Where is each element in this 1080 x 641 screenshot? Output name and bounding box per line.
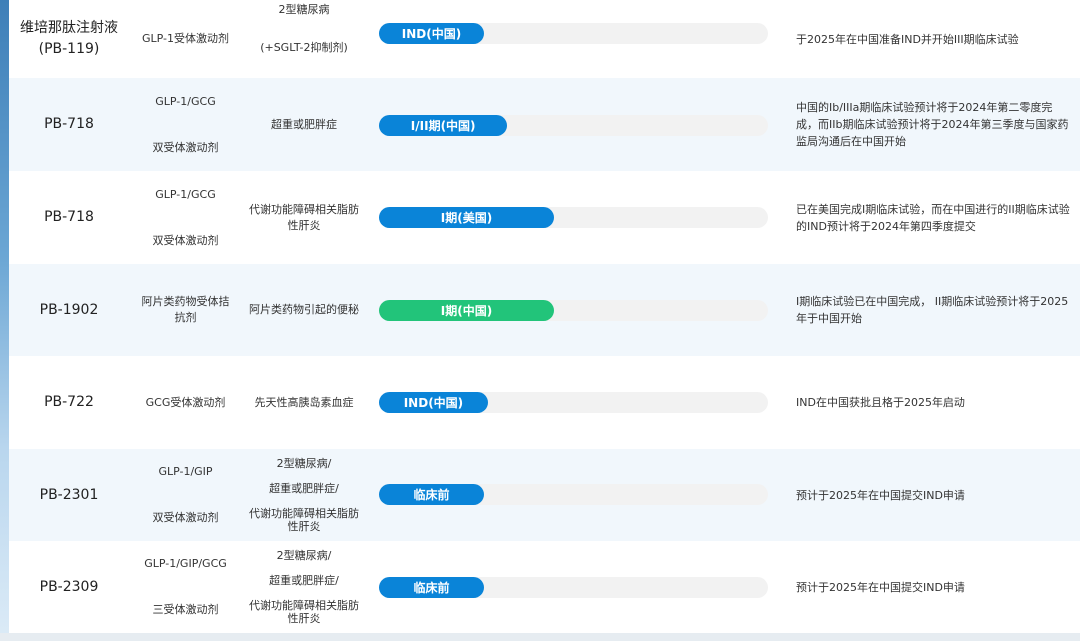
candidate-name: PB-1902 bbox=[9, 264, 129, 356]
table-row: PB-718 GLP-1/GCG 双受体激动剂 代谢功能障碍相关脂肪 性肝炎 I… bbox=[9, 171, 1080, 264]
candidate-name-text: PB-2301 bbox=[39, 486, 99, 503]
indication-text: 超重或肥胖症 bbox=[271, 117, 337, 131]
target-text: GLP-1/GCG bbox=[155, 187, 216, 201]
target-text: GLP-1受体激动剂 bbox=[141, 32, 229, 45]
status-cell: 中国的Ib/IIIa期临床试验预计将于2024年第二零度完成，而IIb期临床试验… bbox=[796, 78, 1071, 171]
target-text: GLP-1/GIP bbox=[158, 465, 213, 478]
indication-cell: 2型糖尿病 (+SGLT-2抑制剂) bbox=[245, 0, 363, 78]
table-row: PB-718 GLP-1/GCG 双受体激动剂 超重或肥胖症 I/II期(中国)… bbox=[9, 78, 1080, 171]
target-text: GLP-1/GIP/GCG bbox=[144, 557, 227, 570]
candidate-name-text: PB-2309 bbox=[39, 578, 99, 595]
indication-cell: 2型糖尿病/ 超重或肥胖症/ 代谢功能障碍相关脂肪 性肝炎 bbox=[245, 449, 363, 541]
indication-text: 2型糖尿病 bbox=[278, 3, 330, 16]
target-text: 阿片类药物受体拮 bbox=[141, 295, 230, 308]
progress-fill: IND(中国) bbox=[379, 392, 488, 413]
indication-text: 超重或肥胖症/ bbox=[269, 482, 339, 495]
progress-track: I期(中国) bbox=[379, 300, 768, 321]
indication-cell: 先天性高胰岛素血症 bbox=[245, 356, 363, 449]
target-text: 抗剂 bbox=[174, 311, 197, 324]
target-text: 三受体激动剂 bbox=[152, 603, 219, 616]
status-text: I期临床试验已在中国完成， II期临床试验预计将于2025年于中国开始 bbox=[796, 295, 1069, 325]
table-row: PB-2301 GLP-1/GIP 双受体激动剂 2型糖尿病/ 超重或肥胖症/ … bbox=[9, 449, 1080, 541]
target-text: GLP-1/GCG bbox=[155, 94, 216, 108]
target-text: 双受体激动剂 bbox=[152, 233, 219, 247]
indication-text: 代谢功能障碍相关脂肪 bbox=[249, 202, 359, 216]
progress-track: IND(中国) bbox=[379, 23, 768, 44]
target-cell: GLP-1/GIP/GCG 三受体激动剂 bbox=[134, 541, 237, 633]
stage-label: I期(中国) bbox=[440, 304, 493, 318]
candidate-name: PB-718 bbox=[9, 78, 129, 171]
target-cell: GCG受体激动剂 bbox=[134, 356, 237, 449]
stage-label: 临床前 bbox=[413, 581, 450, 595]
progress-fill: I/II期(中国) bbox=[379, 115, 508, 136]
candidate-name: PB-722 bbox=[9, 356, 129, 449]
stage-label: IND(中国) bbox=[401, 27, 462, 41]
status-text: 中国的Ib/IIIa期临床试验预计将于2024年第二零度完成，而IIb期临床试验… bbox=[796, 101, 1069, 148]
bottom-divider bbox=[0, 633, 1080, 641]
candidate-name-text: PB-718 bbox=[44, 116, 94, 132]
target-text: 双受体激动剂 bbox=[152, 140, 219, 154]
status-text: IND在中国获批且格于2025年启动 bbox=[796, 396, 965, 409]
status-text: 于2025年在中国准备IND并开始III期临床试验 bbox=[796, 32, 1019, 46]
status-cell: 已在美国完成I期临床试验，而在中国进行的II期临床试验的IND预计将于2024年… bbox=[796, 171, 1071, 264]
target-cell: 阿片类药物受体拮 抗剂 bbox=[134, 264, 237, 356]
indication-text: 代谢功能障碍相关脂肪 bbox=[249, 507, 359, 520]
target-cell: GLP-1/GIP 双受体激动剂 bbox=[134, 449, 237, 541]
candidate-name: PB-2309 bbox=[9, 541, 129, 633]
indication-text: 性肝炎 bbox=[287, 218, 321, 232]
progress-track: 临床前 bbox=[379, 577, 768, 598]
indication-cell: 超重或肥胖症 bbox=[245, 78, 363, 171]
candidate-name: PB-2301 bbox=[9, 449, 129, 541]
indication-text: 性肝炎 bbox=[287, 520, 321, 533]
indication-cell: 阿片类药物引起的便秘 bbox=[245, 264, 363, 356]
candidate-name-text: PB-718 bbox=[44, 209, 94, 225]
progress-track: 临床前 bbox=[379, 484, 768, 505]
status-cell: 预计于2025年在中国提交IND申请 bbox=[796, 541, 1071, 633]
target-cell: GLP-1/GCG 双受体激动剂 bbox=[134, 78, 237, 171]
progress-fill: 临床前 bbox=[379, 484, 485, 505]
table-row: 维培那肽注射液 (PB-119) GLP-1受体激动剂 2型糖尿病 (+SGLT… bbox=[9, 0, 1080, 78]
status-text: 预计于2025年在中国提交IND申请 bbox=[796, 580, 965, 594]
indication-text: (+SGLT-2抑制剂) bbox=[260, 41, 348, 54]
candidate-name-text: PB-1902 bbox=[39, 301, 99, 318]
progress-track: IND(中国) bbox=[379, 392, 768, 413]
indication-text: 2型糖尿病/ bbox=[276, 457, 332, 470]
candidate-name-text: PB-722 bbox=[44, 394, 94, 410]
progress-track: I期(美国) bbox=[379, 207, 768, 228]
table-row: PB-1902 阿片类药物受体拮 抗剂 阿片类药物引起的便秘 I期(中国) I期… bbox=[9, 264, 1080, 356]
indication-text: 超重或肥胖症/ bbox=[269, 574, 339, 587]
stage-label: IND(中国) bbox=[403, 396, 464, 410]
status-text: 预计于2025年在中国提交IND申请 bbox=[796, 488, 965, 502]
progress-fill: I期(中国) bbox=[379, 300, 555, 321]
target-cell: GLP-1受体激动剂 bbox=[134, 0, 237, 78]
table-row: PB-722 GCG受体激动剂 先天性高胰岛素血症 IND(中国) IND在中国… bbox=[9, 356, 1080, 449]
progress-fill: IND(中国) bbox=[379, 23, 485, 44]
stage-label: I/II期(中国) bbox=[410, 119, 476, 133]
status-cell: I期临床试验已在中国完成， II期临床试验预计将于2025年于中国开始 bbox=[796, 264, 1071, 356]
indication-text: 先天性高胰岛素血症 bbox=[254, 395, 354, 409]
table-row: PB-2309 GLP-1/GIP/GCG 三受体激动剂 2型糖尿病/ 超重或肥… bbox=[9, 541, 1080, 633]
status-cell: IND在中国获批且格于2025年启动 bbox=[796, 356, 1071, 449]
indication-cell: 代谢功能障碍相关脂肪 性肝炎 bbox=[245, 171, 363, 264]
target-cell: GLP-1/GCG 双受体激动剂 bbox=[134, 171, 237, 264]
indication-cell: 2型糖尿病/ 超重或肥胖症/ 代谢功能障碍相关脂肪 性肝炎 bbox=[245, 541, 363, 633]
stage-label: 临床前 bbox=[413, 488, 450, 502]
target-text: GCG受体激动剂 bbox=[145, 395, 226, 409]
indication-text: 阿片类药物引起的便秘 bbox=[249, 303, 359, 316]
stage-label: I期(美国) bbox=[440, 211, 493, 225]
target-text: 双受体激动剂 bbox=[152, 511, 219, 524]
left-edge-strip bbox=[0, 0, 9, 641]
indication-text: 代谢功能障碍相关脂肪 bbox=[249, 599, 359, 612]
status-cell: 预计于2025年在中国提交IND申请 bbox=[796, 449, 1071, 541]
candidate-name: 维培那肽注射液 (PB-119) bbox=[9, 0, 129, 78]
progress-track: I/II期(中国) bbox=[379, 115, 768, 136]
indication-text: 2型糖尿病/ bbox=[276, 549, 332, 562]
status-text: 已在美国完成I期临床试验，而在中国进行的II期临床试验的IND预计将于2024年… bbox=[796, 202, 1070, 233]
progress-fill: 临床前 bbox=[379, 577, 485, 598]
progress-fill: I期(美国) bbox=[379, 207, 555, 228]
status-cell: 于2025年在中国准备IND并开始III期临床试验 bbox=[796, 0, 1071, 78]
candidate-name-text: 维培那肽注射液 (PB-119) bbox=[20, 20, 118, 57]
candidate-name: PB-718 bbox=[9, 171, 129, 264]
indication-text: 性肝炎 bbox=[287, 612, 321, 625]
